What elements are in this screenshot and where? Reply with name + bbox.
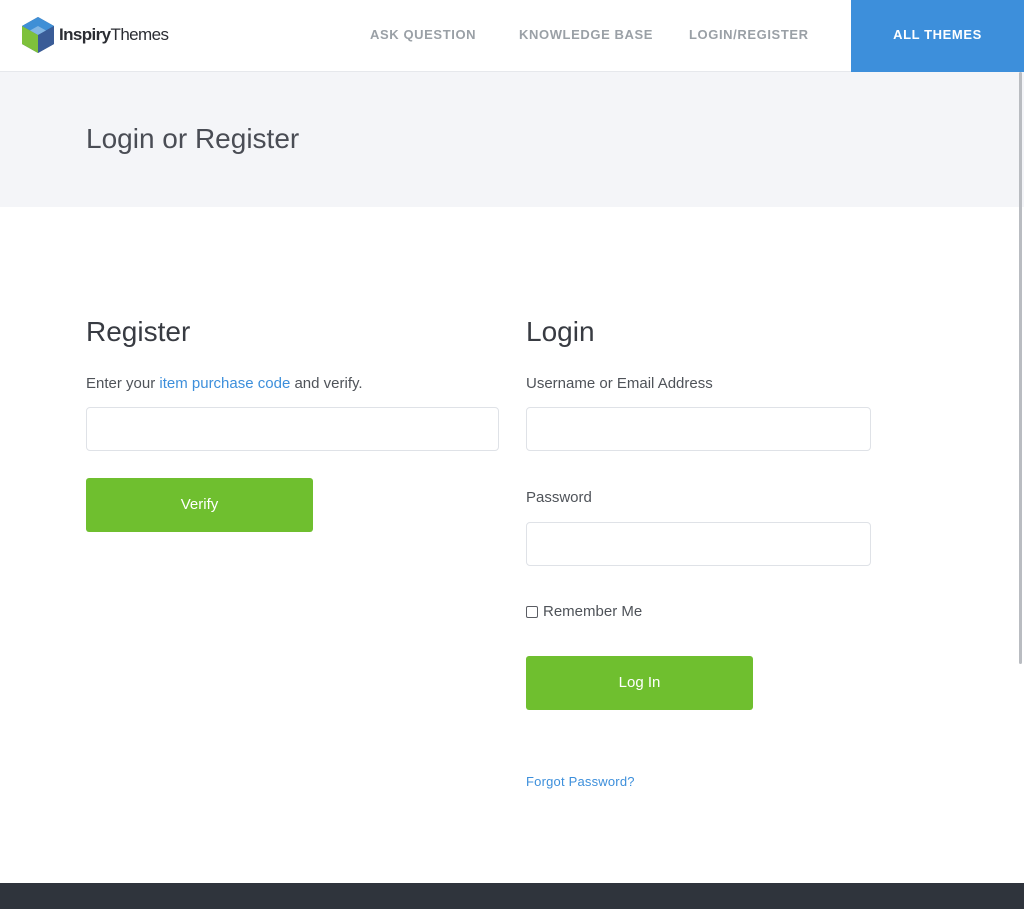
username-label: Username or Email Address	[526, 375, 713, 392]
register-description: Enter your item purchase code and verify…	[86, 374, 499, 394]
nav-ask-question[interactable]: ASK QUESTION	[370, 27, 476, 42]
scrollbar[interactable]	[1019, 72, 1022, 664]
password-label: Password	[526, 489, 592, 506]
remember-me-checkbox[interactable]	[526, 605, 538, 618]
purchase-code-link[interactable]: item purchase code	[159, 375, 290, 392]
username-input[interactable]	[526, 407, 871, 451]
purchase-code-input[interactable]	[86, 407, 499, 451]
nav-knowledge-base[interactable]: KNOWLEDGE BASE	[519, 27, 653, 42]
verify-button[interactable]: Verify	[86, 478, 313, 532]
remember-me-label[interactable]: Remember Me	[543, 603, 642, 620]
login-heading: Login	[526, 316, 595, 347]
logo-wordmark: InspiryThemes	[59, 25, 169, 45]
site-header: InspiryThemes ASK QUESTION KNOWLEDGE BAS…	[0, 0, 1024, 72]
register-section: Register Enter your item purchase code a…	[86, 316, 499, 532]
cube-logo-icon	[22, 17, 54, 53]
login-section: Login Username or Email Address Password…	[526, 316, 871, 789]
site-footer	[0, 883, 1024, 909]
register-desc-before: Enter your	[86, 375, 160, 392]
password-input[interactable]	[526, 522, 871, 566]
page-title-band: Login or Register	[0, 72, 1024, 207]
register-heading: Register	[86, 316, 191, 347]
page-title: Login or Register	[86, 123, 300, 154]
remember-me-row[interactable]: Remember Me	[526, 603, 642, 620]
register-desc-after: and verify.	[290, 375, 363, 392]
logo-brand-light: Themes	[110, 25, 169, 44]
nav-login-register[interactable]: LOGIN/REGISTER	[689, 27, 809, 42]
forgot-password-link[interactable]: Forgot Password?	[526, 774, 635, 789]
login-button[interactable]: Log In	[526, 656, 753, 710]
logo-brand-bold: Inspiry	[59, 25, 111, 44]
all-themes-button[interactable]: ALL THEMES	[851, 0, 1024, 72]
site-logo[interactable]: InspiryThemes	[22, 17, 169, 53]
